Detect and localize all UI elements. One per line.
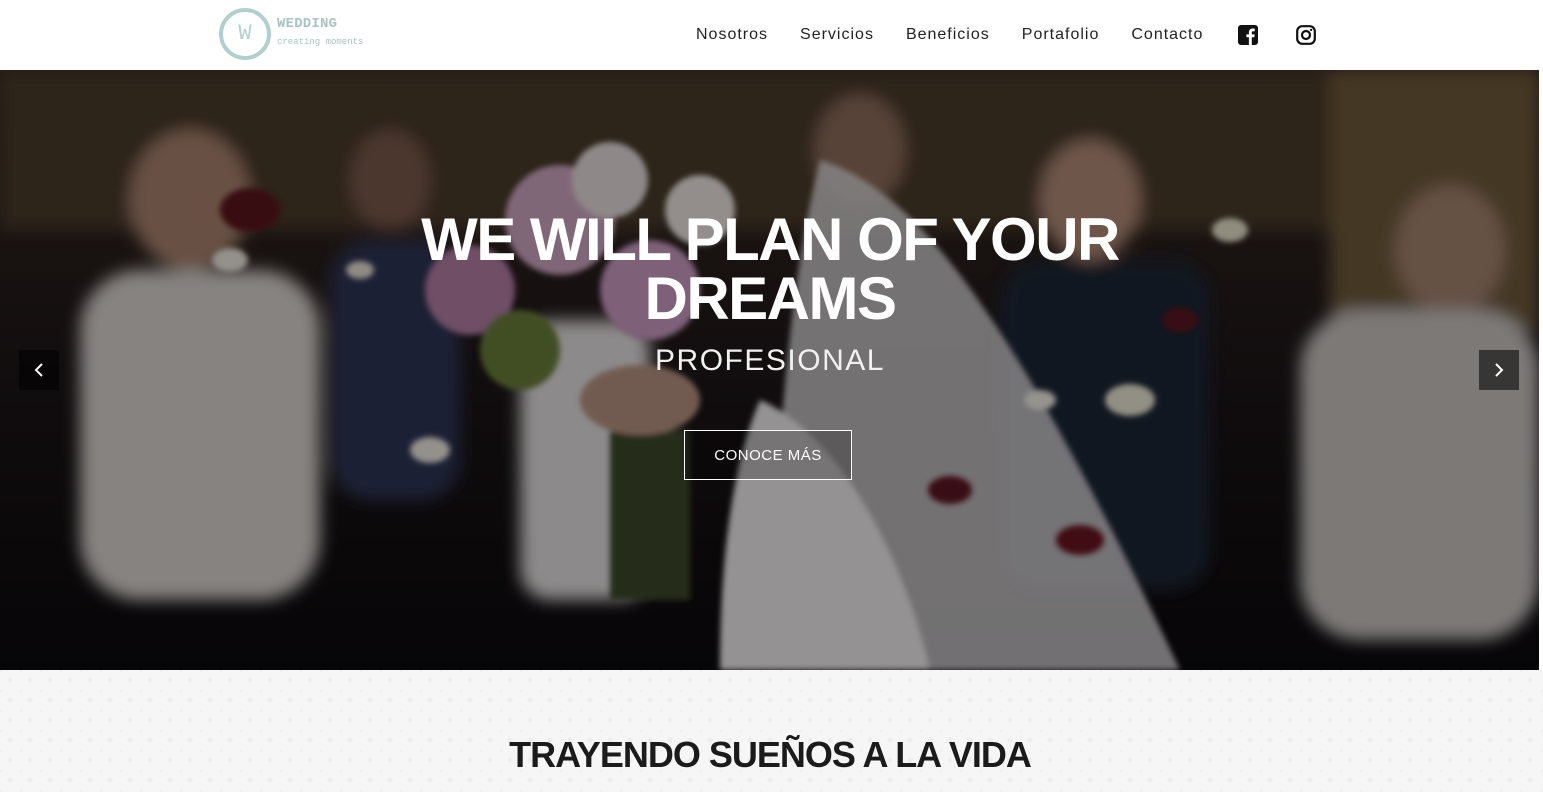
logo-tagline: creating moments: [277, 37, 364, 47]
carousel-next-button[interactable]: [1479, 350, 1519, 390]
nav-item-nosotros[interactable]: Nosotros: [680, 26, 784, 44]
logo-name: WEDDING: [277, 16, 338, 32]
hero-title: WE WILL PLAN OF YOUR DREAMS: [421, 206, 1120, 332]
logo-letter: W: [238, 21, 252, 46]
conoce-mas-button[interactable]: CONOCE MÁS: [684, 430, 852, 480]
nav-item-beneficios[interactable]: Beneficios: [890, 26, 1006, 44]
logo-circle-icon: W: [219, 8, 271, 60]
intro-section: TRAYENDO SUEÑOS A LA VIDA: [0, 670, 1543, 792]
hero-subtitle: PROFESIONAL: [655, 344, 885, 377]
facebook-icon[interactable]: [1236, 23, 1260, 47]
instagram-icon[interactable]: [1294, 23, 1318, 47]
carousel-prev-button[interactable]: [19, 350, 59, 390]
nav-item-contacto[interactable]: Contacto: [1115, 26, 1219, 44]
main-nav: Nosotros Servicios Beneficios Portafolio…: [680, 0, 1335, 70]
chevron-right-icon: [1495, 363, 1504, 377]
section-title: TRAYENDO SUEÑOS A LA VIDA: [509, 734, 1032, 775]
logo[interactable]: W WEDDING creating moments: [219, 8, 379, 62]
chevron-left-icon: [34, 363, 43, 377]
nav-item-servicios[interactable]: Servicios: [784, 26, 890, 44]
hero-carousel: WE WILL PLAN OF YOUR DREAMS PROFESIONAL …: [0, 70, 1539, 670]
site-header: W WEDDING creating moments Nosotros Serv…: [0, 0, 1543, 70]
nav-item-portafolio[interactable]: Portafolio: [1006, 26, 1116, 44]
